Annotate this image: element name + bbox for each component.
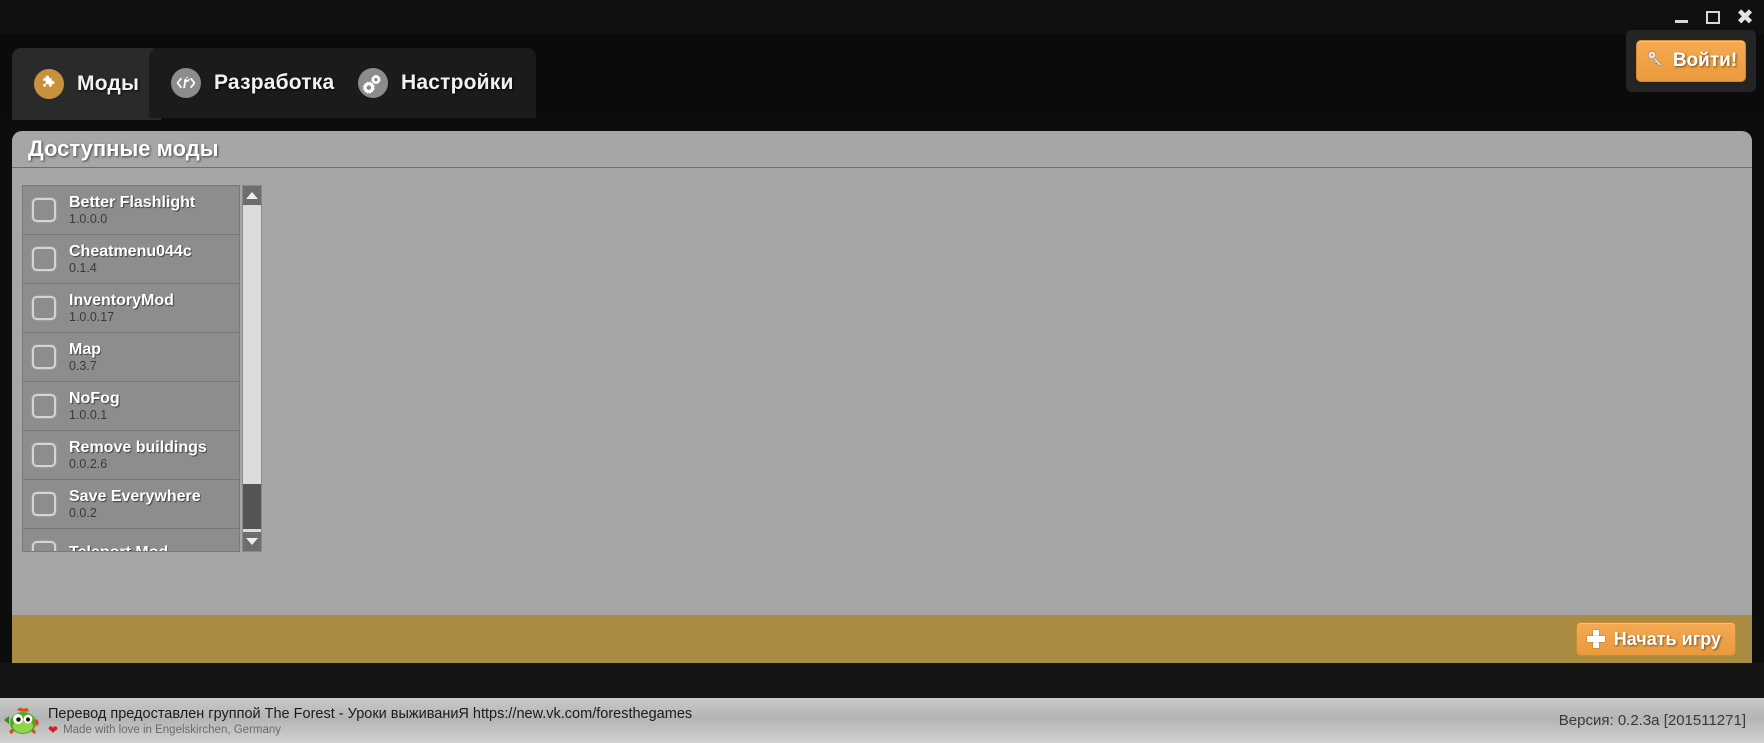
- tab-mods[interactable]: Моды: [12, 48, 162, 120]
- minimize-icon: [1674, 20, 1688, 23]
- fish-mascot-icon: [3, 702, 43, 740]
- mod-checkbox[interactable]: [32, 247, 56, 271]
- mod-list-item[interactable]: Remove buildings 0.0.2.6: [23, 431, 239, 480]
- mod-checkbox[interactable]: [32, 296, 56, 320]
- mod-list-item[interactable]: NoFog 1.0.0.1: [23, 382, 239, 431]
- tab-development-label: Разработка: [214, 71, 335, 94]
- puzzle-icon: [34, 69, 64, 99]
- scroll-up-button[interactable]: [243, 186, 261, 205]
- mod-list[interactable]: Better Flashlight 1.0.0.0 Cheatmenu044c 0.1…: [22, 185, 240, 552]
- mod-version: 1.0.0.1: [69, 407, 108, 422]
- mod-version: 0.0.2: [69, 505, 97, 520]
- mod-name: Better Flashlight: [69, 193, 196, 211]
- chevron-down-icon: [246, 538, 258, 545]
- action-bar: Начать игру: [12, 615, 1752, 663]
- maximize-button[interactable]: [1702, 6, 1724, 28]
- made-with-love-text: Made with love in Engelskirchen, Germany: [63, 723, 282, 736]
- mod-name: Remove buildings: [69, 438, 207, 456]
- main-panel: Доступные моды Better Flashlight 1.0.0.0 C…: [12, 131, 1752, 615]
- tab-development[interactable]: Разработка: [149, 48, 357, 118]
- mod-version: 0.1.4: [69, 260, 97, 275]
- login-button-label: Войти!: [1672, 50, 1738, 71]
- panel-header: Доступные моды: [12, 131, 1752, 168]
- scrollbar-thumb[interactable]: [243, 484, 261, 529]
- mod-version: 1.0.0.17: [69, 309, 115, 324]
- mod-name: Teleport Mod: [69, 544, 168, 551]
- mod-list-item[interactable]: Map 0.3.7: [23, 333, 239, 382]
- mod-list-item[interactable]: Teleport Mod: [23, 529, 239, 551]
- mod-name: NoFog: [69, 389, 120, 407]
- gears-icon: [358, 68, 388, 98]
- mod-list-item[interactable]: Save Everywhere 0.0.2: [23, 480, 239, 529]
- bottom-dark-strip: [0, 663, 1764, 698]
- mod-text-block: Map 0.3.7: [69, 341, 101, 374]
- made-with-love-line: ❤ Made with love in Engelskirchen, Germa…: [48, 723, 692, 737]
- close-button[interactable]: ✖: [1734, 6, 1756, 28]
- mod-text-block: Save Everywhere 0.0.2: [69, 488, 201, 521]
- mod-text-block: Better Flashlight 1.0.0.0: [69, 194, 195, 227]
- mod-list-item[interactable]: Cheatmenu044c 0.1.4: [23, 235, 239, 284]
- mod-checkbox[interactable]: [32, 198, 56, 222]
- mod-checkbox[interactable]: [32, 394, 56, 418]
- maximize-icon: [1706, 10, 1720, 24]
- mod-list-container: Better Flashlight 1.0.0.0 Cheatmenu044c 0.1…: [22, 185, 262, 552]
- heart-icon: ❤: [48, 722, 59, 737]
- mod-name: InventoryMod: [69, 291, 174, 309]
- login-button[interactable]: Войти!: [1636, 40, 1746, 82]
- mod-list-item[interactable]: InventoryMod 1.0.0.17: [23, 284, 239, 333]
- mod-checkbox[interactable]: [32, 492, 56, 516]
- status-text-block: Перевод предоставлен группой The Forest …: [48, 705, 692, 737]
- close-icon: ✖: [1736, 4, 1754, 29]
- mod-checkbox[interactable]: [32, 345, 56, 369]
- mod-name: Map: [69, 340, 101, 358]
- start-game-button[interactable]: Начать игру: [1575, 622, 1736, 656]
- mod-text-block: InventoryMod 1.0.0.17: [69, 292, 174, 325]
- mod-text-block: NoFog 1.0.0.1: [69, 390, 120, 423]
- key-icon: [1645, 49, 1666, 73]
- mod-list-item[interactable]: Better Flashlight 1.0.0.0: [23, 186, 239, 235]
- mod-checkbox[interactable]: [32, 443, 56, 467]
- tab-mods-label: Моды: [77, 72, 140, 95]
- mod-text-block: Remove buildings 0.0.2.6: [69, 439, 207, 472]
- tab-settings[interactable]: Настройки: [336, 48, 536, 118]
- version-label: Версия: 0.2.3a [201511271]: [1558, 712, 1746, 729]
- panel-body: Better Flashlight 1.0.0.0 Cheatmenu044c 0.1…: [12, 168, 1752, 614]
- window-controls: ✖: [1670, 0, 1756, 34]
- translation-credit: Перевод предоставлен группой The Forest …: [48, 705, 693, 722]
- mod-name: Save Everywhere: [69, 487, 201, 505]
- tab-strip: Моды Разработка Настройки: [0, 34, 1764, 120]
- tab-settings-label: Настройки: [401, 71, 514, 94]
- mod-name: Cheatmenu044c: [69, 242, 192, 260]
- minimize-button[interactable]: [1670, 6, 1692, 28]
- mod-list-scrollbar[interactable]: [242, 185, 262, 552]
- page-title: Доступные моды: [28, 136, 219, 161]
- mod-text-block: Cheatmenu044c 0.1.4: [69, 243, 192, 276]
- mod-version: 0.0.2.6: [69, 456, 108, 471]
- mod-text-block: Teleport Mod: [69, 544, 168, 551]
- start-game-label: Начать игру: [1613, 628, 1721, 649]
- mod-version: 0.3.7: [69, 358, 97, 373]
- plus-icon: [1586, 630, 1605, 648]
- login-area: Войти!: [1636, 40, 1746, 82]
- scroll-down-button[interactable]: [243, 532, 261, 551]
- status-bar: Перевод предоставлен группой The Forest …: [0, 698, 1764, 743]
- mod-checkbox[interactable]: [32, 541, 56, 551]
- chevron-up-icon: [246, 192, 258, 199]
- title-bar: ✖: [0, 0, 1764, 34]
- mod-version: 1.0.0.0: [69, 211, 108, 226]
- code-wrench-icon: [171, 68, 201, 98]
